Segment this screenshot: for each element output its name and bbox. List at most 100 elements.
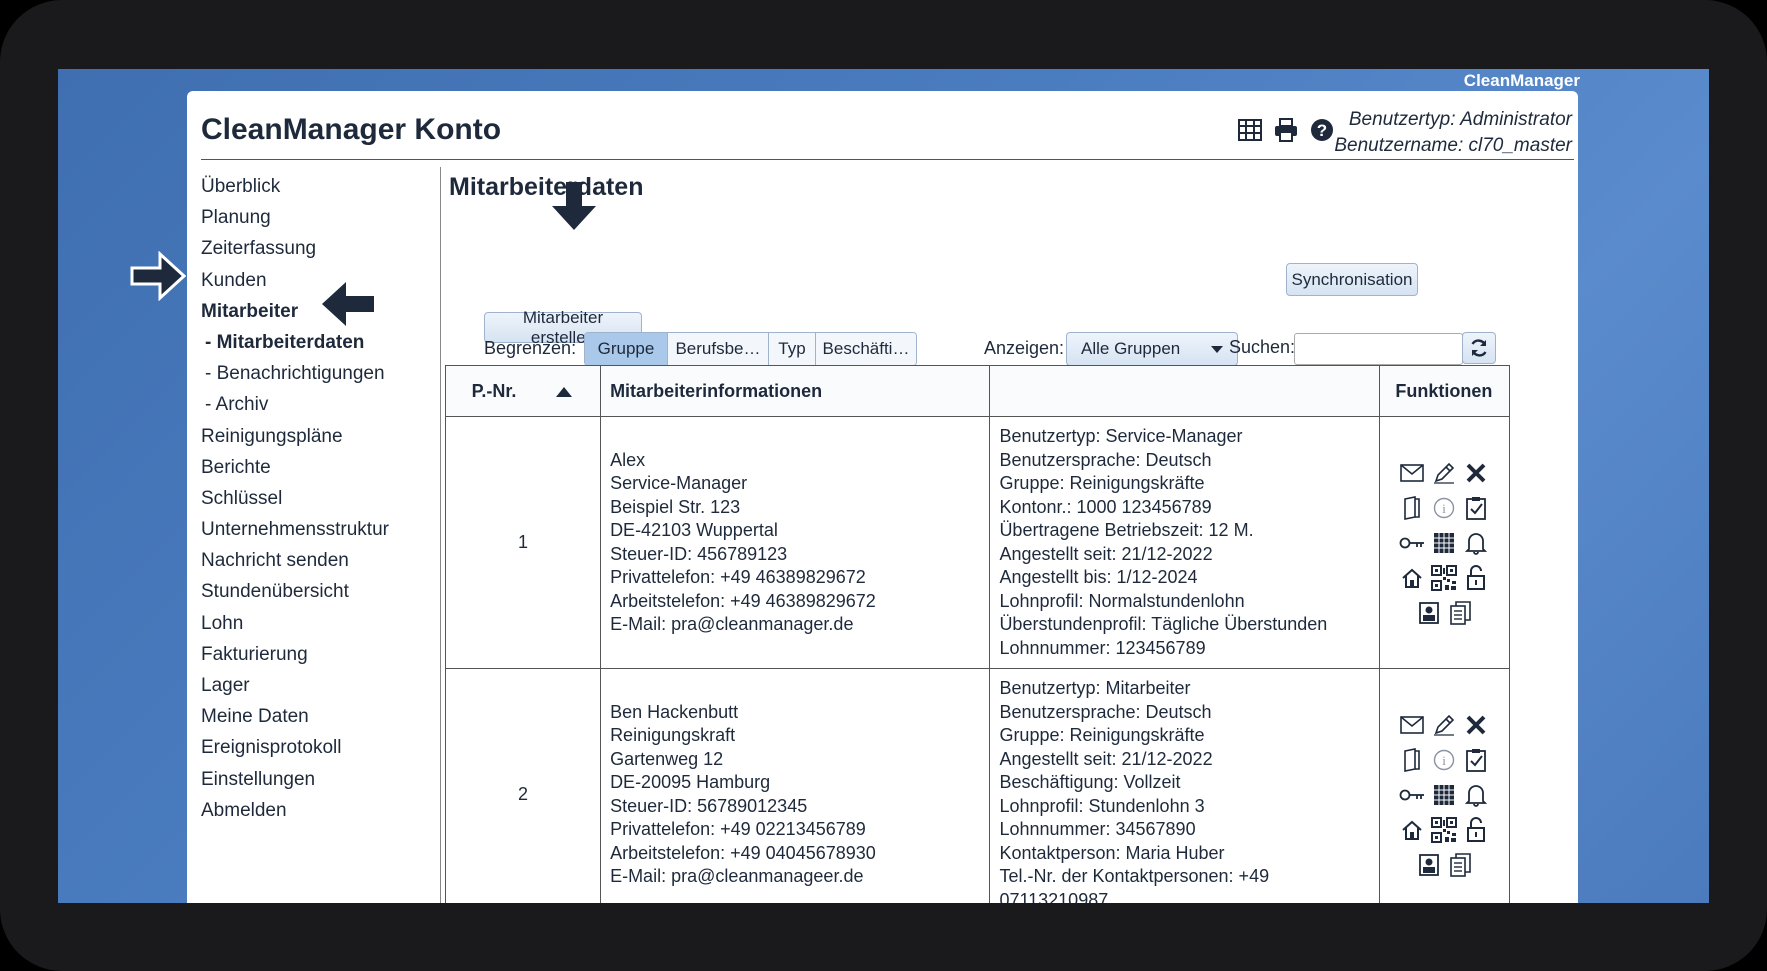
info-role: Reinigungskraft	[610, 725, 736, 745]
row-details: Benutzertyp: Mitarbeiter Benutzersprache…	[989, 668, 1380, 904]
detail-line: Lohnprofil: Stundenlohn 3	[999, 795, 1205, 816]
info-icon[interactable]: i	[1433, 497, 1455, 519]
user-name: Benutzername: cl70_master	[1334, 135, 1572, 156]
sidebar-item-berichte[interactable]: Berichte	[201, 452, 441, 483]
info-tax-id: Steuer-ID: 56789012345	[610, 795, 808, 816]
copy-document-icon[interactable]	[1449, 600, 1473, 626]
detail-line: Lohnprofil: Normalstundenlohn	[999, 590, 1245, 611]
limit-option-berufsbezeichnung[interactable]: Berufsbe…	[668, 333, 769, 365]
sidebar-item-unternehmensstruktur[interactable]: Unternehmensstruktur	[201, 514, 441, 545]
help-icon[interactable]: ?	[1309, 117, 1335, 143]
print-icon[interactable]	[1273, 117, 1299, 143]
column-header-nr[interactable]: P.-Nr.	[444, 365, 602, 417]
sidebar-item-benachrichtigungen[interactable]: - Benachrichtigungen	[201, 358, 441, 389]
sidebar-item-ueberblick[interactable]: Überblick	[201, 171, 441, 202]
detail-line: Lohnnummer: 34567890	[999, 819, 1196, 839]
group-select[interactable]: Alle Gruppen	[1066, 332, 1238, 366]
sidebar-item-stundenuebersicht[interactable]: Stundenübersicht	[201, 576, 441, 607]
sidebar-item-lager[interactable]: Lager	[201, 670, 441, 701]
home-icon[interactable]	[1401, 819, 1423, 841]
calendar-grid-icon[interactable]	[1433, 532, 1455, 554]
detail-line: Tel.-Nr. der Kontaktpersonen: +49	[999, 866, 1270, 886]
limit-label: Begrenzen:	[484, 338, 577, 358]
detail-line: Beschäftigung: Vollzeit	[999, 772, 1181, 792]
column-header-nr-label: P.-Nr.	[471, 380, 517, 401]
info-icon[interactable]: i	[1433, 749, 1455, 771]
calendar-grid-icon[interactable]	[1433, 784, 1455, 806]
detail-line: Benutzertyp: Mitarbeiter	[999, 678, 1191, 698]
copy-document-icon[interactable]	[1449, 852, 1473, 878]
sidebar-item-schluessel[interactable]: Schlüssel	[201, 483, 441, 514]
mail-icon[interactable]	[1400, 715, 1425, 734]
detail-line: 07113210987	[999, 889, 1109, 904]
unlock-icon[interactable]	[1465, 816, 1487, 843]
limit-option-gruppe[interactable]: Gruppe	[585, 333, 668, 365]
search-input[interactable]	[1294, 333, 1463, 365]
sidebar-item-zeiterfassung[interactable]: Zeiterfassung	[201, 233, 441, 264]
detail-line: Überstundenprofil: Tägliche Überstunden	[999, 614, 1328, 634]
sidebar-item-einstellungen[interactable]: Einstellungen	[201, 764, 441, 795]
row-info: Ben Hackenbutt Reinigungskraft Gartenweg…	[600, 668, 991, 903]
info-role: Service-Manager	[610, 473, 748, 493]
sidebar-item-abmelden[interactable]: Abmelden	[201, 795, 441, 826]
arrow-left-annotation-icon	[322, 282, 374, 326]
delete-icon[interactable]	[1465, 462, 1487, 484]
row-info: Alex Service-Manager Beispiel Str. 123 D…	[600, 416, 991, 669]
sidebar-item-reinigungsplaene[interactable]: Reinigungspläne	[201, 421, 441, 452]
detail-line: Benutzersprache: Deutsch	[999, 449, 1212, 470]
column-header-details	[989, 365, 1380, 417]
detail-line: Übertragene Betriebszeit: 12 M.	[999, 520, 1254, 540]
qr-code-icon[interactable]	[1431, 564, 1458, 591]
table-icon[interactable]	[1237, 117, 1263, 143]
delete-icon[interactable]	[1465, 714, 1487, 736]
edit-icon[interactable]	[1432, 461, 1456, 485]
sidebar-item-meine-daten[interactable]: Meine Daten	[201, 701, 441, 732]
id-card-icon[interactable]	[1418, 601, 1440, 625]
key-icon[interactable]	[1399, 788, 1425, 802]
limit-option-typ[interactable]: Typ	[769, 333, 816, 365]
info-private-phone: Privattelefon: +49 46389829672	[610, 567, 866, 587]
sort-asc-icon	[556, 386, 573, 397]
key-icon[interactable]	[1399, 536, 1425, 550]
refresh-button[interactable]	[1462, 332, 1496, 364]
sidebar-item-lohn[interactable]: Lohn	[201, 608, 441, 639]
document-icon[interactable]	[1402, 495, 1422, 520]
bell-icon[interactable]	[1465, 531, 1488, 555]
info-city: DE-20095 Hamburg	[610, 772, 771, 792]
sidebar-item-ereignisprotokoll[interactable]: Ereignisprotokoll	[201, 732, 441, 763]
info-private-phone: Privattelefon: +49 02213456789	[610, 819, 866, 839]
detail-line: Kontonr.: 1000 123456789	[999, 496, 1212, 517]
chevron-down-icon	[1211, 345, 1223, 353]
user-info: Benutzertyp: Administrator Benutzername:…	[1334, 107, 1572, 159]
row-nr: 2	[444, 668, 602, 903]
qr-code-icon[interactable]	[1431, 816, 1458, 843]
unlock-icon[interactable]	[1465, 564, 1487, 591]
sidebar-item-fakturierung[interactable]: Fakturierung	[201, 639, 441, 670]
info-work-phone: Arbeitstelefon: +49 04045678930	[610, 842, 876, 863]
mail-icon[interactable]	[1400, 463, 1425, 482]
detail-line: Angestellt seit: 21/12-2022	[999, 748, 1213, 769]
employee-table: P.-Nr. Mitarbeiterinformationen Funktion…	[444, 365, 1511, 904]
refresh-icon	[1471, 339, 1487, 357]
home-icon[interactable]	[1401, 567, 1423, 589]
sync-button[interactable]: Synchronisation	[1286, 263, 1418, 296]
clipboard-check-icon[interactable]	[1465, 496, 1487, 520]
page-title: Mitarbeiterdaten	[449, 173, 644, 201]
sidebar: Überblick Planung Zeiterfassung Kunden M…	[201, 171, 441, 826]
search-label: Suchen:	[1229, 337, 1296, 357]
arrow-down-annotation-icon	[552, 182, 596, 230]
sidebar-item-planung[interactable]: Planung	[201, 202, 441, 233]
document-icon[interactable]	[1402, 747, 1422, 772]
edit-icon[interactable]	[1432, 713, 1456, 737]
id-card-icon[interactable]	[1418, 853, 1440, 877]
info-email: E-Mail: pra@cleanmanager.de	[610, 614, 854, 634]
sidebar-divider	[440, 167, 441, 903]
user-type: Benutzertyp: Administrator	[1348, 109, 1572, 130]
clipboard-check-icon[interactable]	[1465, 748, 1487, 772]
arrow-right-annotation-icon	[130, 251, 186, 301]
limit-option-beschaeftigung[interactable]: Beschäfti…	[816, 333, 916, 365]
bell-icon[interactable]	[1465, 783, 1488, 807]
sidebar-item-archiv[interactable]: - Archiv	[201, 389, 441, 420]
sidebar-item-mitarbeiterdaten[interactable]: - Mitarbeiterdaten	[201, 327, 441, 358]
sidebar-item-nachricht-senden[interactable]: Nachricht senden	[201, 545, 441, 576]
